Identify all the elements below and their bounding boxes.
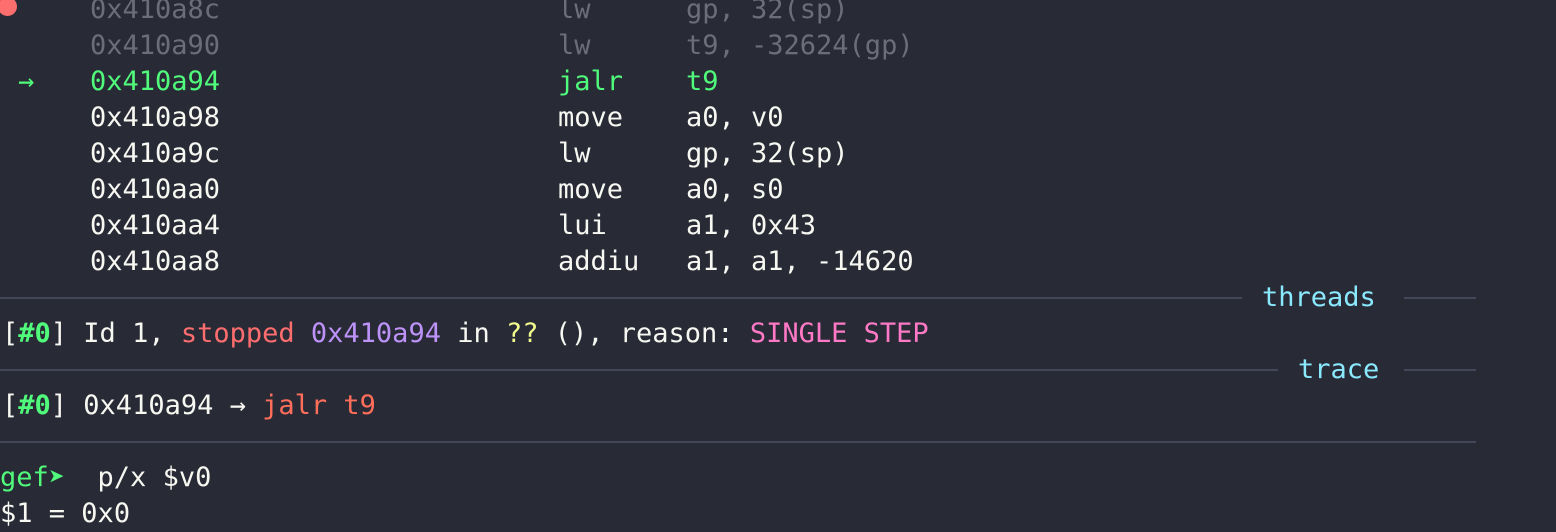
current-instruction-arrow-icon: → <box>18 66 35 97</box>
disasm-address: 0x410a9c <box>90 138 221 169</box>
console-output: $1 = 0 <box>0 498 98 529</box>
thread-address: 0x410a94 <box>310 318 441 349</box>
disasm-row: 0x410aa4 lui a1, 0x43 <box>0 208 1556 244</box>
disasm-row: 0x410aa0 move a0, s0 <box>0 172 1556 208</box>
disasm-address: 0x410a90 <box>90 30 221 61</box>
disasm-address: 0x410aa4 <box>90 210 221 241</box>
trace-frame-id: #0 <box>18 390 51 421</box>
trace-instruction: jalr t9 <box>262 390 376 421</box>
disasm-address: 0x410a98 <box>90 102 221 133</box>
disasm-mnemonic: move <box>558 174 624 205</box>
thread-reason: SINGLE STEP <box>749 318 929 349</box>
disasm-mnemonic: lw <box>558 0 591 25</box>
thread-id-text: Id 1, <box>67 318 181 349</box>
trace-address: 0x410a94 <box>83 390 214 421</box>
disasm-row-current: → 0x410a94 jalr t9 <box>0 64 1556 100</box>
gef-prompt: gef➤ <box>0 462 66 493</box>
disasm-row: 0x410a8c lw gp, 32(sp) <box>0 0 1556 28</box>
disasm-operands: t9 <box>686 66 719 97</box>
disasm-row: 0x410a9c lw gp, 32(sp) <box>0 136 1556 172</box>
disasm-operands: a1, 0x43 <box>686 210 817 241</box>
separator-line <box>1404 369 1476 371</box>
disasm-operands: t9, -32624(gp) <box>686 30 914 61</box>
console-input-line[interactable]: gef➤ p/x $v0 <box>0 460 1500 496</box>
trace-bracket-open: [ <box>2 390 19 421</box>
thread-id: #0 <box>18 318 51 349</box>
disasm-mnemonic: lw <box>558 138 591 169</box>
disasm-mnemonic: lui <box>558 210 607 241</box>
console-output-tail: 0 <box>113 498 131 529</box>
thread-status-line: [#0] Id 1, stopped 0x410a94 in ?? (), re… <box>2 316 1502 352</box>
thread-state: stopped <box>180 318 295 349</box>
console-output-line: $1 = 0x0 <box>0 496 1500 532</box>
disasm-address: 0x410aa0 <box>90 174 221 205</box>
trace-section-separator: trace <box>0 352 1556 388</box>
disasm-row: 0x410a90 lw t9, -32624(gp) <box>0 28 1556 64</box>
thread-function: ?? <box>505 318 539 349</box>
separator-line <box>0 441 1476 443</box>
disasm-operands: a0, s0 <box>686 174 784 205</box>
disasm-operands: a1, a1, -14620 <box>686 246 914 277</box>
thread-space <box>295 318 311 349</box>
disasm-row: 0x410a98 move a0, v0 <box>0 100 1556 136</box>
disasm-address: 0x410aa8 <box>90 246 221 277</box>
disasm-operands: gp, 32(sp) <box>686 0 849 25</box>
disasm-address: 0x410a8c <box>90 0 221 25</box>
thread-bracket-open: [ <box>2 318 19 349</box>
breakpoint-icon[interactable] <box>0 0 17 16</box>
threads-section-title: threads <box>1262 282 1376 313</box>
disasm-mnemonic: addiu <box>558 246 640 277</box>
console-command[interactable]: p/x $v0 <box>65 462 212 493</box>
disasm-row: 0x410aa8 addiu a1, a1, -14620 <box>0 244 1556 280</box>
disasm-operands: gp, 32(sp) <box>686 138 849 169</box>
thread-reason-label: (), reason: <box>538 318 750 349</box>
trace-line: [#0] 0x410a94 → jalr t9 <box>2 388 1502 424</box>
disasm-address: 0x410a94 <box>90 66 221 97</box>
trace-bracket-close: ] <box>50 390 84 421</box>
disasm-mnemonic: jalr <box>558 66 624 97</box>
disasm-operands: a0, v0 <box>686 102 784 133</box>
thread-in-text: in <box>440 318 506 349</box>
thread-bracket-close: ] <box>50 318 68 349</box>
disasm-mnemonic: lw <box>558 30 591 61</box>
disasm-mnemonic: move <box>558 102 624 133</box>
trace-section-title: trace <box>1298 354 1380 385</box>
text-cursor: x <box>98 496 114 532</box>
separator-line <box>1404 297 1476 299</box>
separator-line <box>0 297 1242 299</box>
threads-section-separator: threads <box>0 280 1556 316</box>
trace-arrow-icon: → <box>213 390 263 421</box>
context-end-separator <box>0 424 1556 460</box>
separator-line <box>0 369 1278 371</box>
